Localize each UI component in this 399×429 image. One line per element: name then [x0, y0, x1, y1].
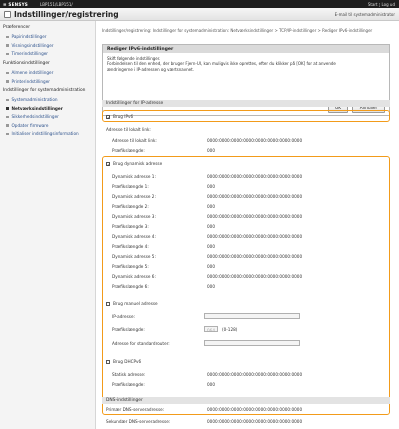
dhcpv6-checkbox[interactable] — [106, 360, 110, 364]
dynamic-address-label: Dynamisk adresse 6: — [112, 274, 156, 279]
static-address-label: Statisk adresse: — [112, 372, 146, 377]
sidebar-item-timer[interactable]: Timerindstillinger — [6, 51, 48, 56]
breadcrumb: Indstillinger/registrering: Indstillinge… — [102, 28, 373, 33]
ip-address-settings-header: Indstillinger for IP-adresse — [102, 100, 390, 107]
dynamic-prefix-value: 000 — [207, 224, 215, 229]
bullet-icon — [6, 115, 9, 119]
dynamic-address-value: 0000:0000:0000:0000:0000:0000:0000:0000 — [207, 234, 303, 239]
dynamic-prefix-label: Præfikslængde 4: — [112, 244, 149, 249]
brand-logo: ≡ SENSYS — [3, 1, 29, 7]
main-content: Indstillinger/registrering: Indstillinge… — [97, 21, 399, 429]
primary-dns-value: 0000:0000:0000:0000:0000:0000:0000:0000 — [207, 407, 303, 412]
mail-admin-link[interactable]: E-mail til systemadministrator — [335, 12, 395, 17]
secondary-dns-value: 0000:0000:0000:0000:0000:0000:0000:0000 — [207, 419, 303, 424]
dynamic-address-label: Dynamisk adresse 5: — [112, 254, 156, 259]
dynamic-address-label: Dynamisk adresse 1: — [112, 174, 156, 179]
dynamic-address-value: 0000:0000:0000:0000:0000:0000:0000:0000 — [207, 174, 303, 179]
use-ipv6-row[interactable]: ✓ Brug IPv6 — [106, 114, 133, 119]
dynamic-address-value: 0000:0000:0000:0000:0000:0000:0000:0000 — [207, 254, 303, 259]
manual-address-checkbox[interactable] — [106, 302, 110, 306]
sidebar-section-functions: Funktionsindstillinger — [3, 61, 50, 66]
dynamic-prefix-label: Præfikslængde 5: — [112, 264, 149, 269]
dynamic-prefix-value: 000 — [207, 184, 215, 189]
dynamic-address-value: 0000:0000:0000:0000:0000:0000:0000:0000 — [207, 194, 303, 199]
link-local-label: Adresse til lokalt link: — [112, 138, 157, 143]
dialog-title: Rediger IPv6-indstillinger — [103, 45, 389, 53]
dns-settings-header: DNS-indstillinger — [102, 397, 390, 404]
sidebar-item-firmware[interactable]: Opdater firmware — [6, 123, 49, 128]
use-ipv6-checkbox[interactable]: ✓ — [106, 114, 110, 119]
dynamic-address-label: Dynamisk adresse 4: — [112, 234, 156, 239]
sidebar-item-system-admin[interactable]: Systemadministration — [6, 97, 58, 102]
sidebar-item-initialize[interactable]: Initialiser indstillingsinformation — [6, 131, 79, 136]
default-router-label: Adresse for standardrouter: — [112, 341, 170, 346]
sidebar-item-general[interactable]: Almene indstillinger — [6, 70, 53, 75]
sidebar-section-preferences: Præferencer — [3, 25, 31, 30]
dynamic-address-label: Dynamisk adresse 2: — [112, 194, 156, 199]
sidebar-item-security[interactable]: Sikkerhedsindstillinger — [6, 114, 59, 119]
static-address-value: 0000:0000:0000:0000:0000:0000:0000:0000 — [207, 372, 303, 377]
device-model: LBP151/LBP151/ — [40, 1, 73, 7]
dhcp-prefix-value: 000 — [207, 382, 215, 387]
link-local-value: 0000:0000:0000:0000:0000:0000:0000:0000 — [207, 138, 303, 143]
bullet-icon — [6, 44, 9, 47]
sidebar-section-admin: Indstillinger for systemadministration — [3, 88, 86, 93]
dynamic-address-row[interactable]: ✓ Brug dynamisk adresse — [106, 161, 162, 167]
dhcpv6-row[interactable]: Brug DHCPv6 — [106, 359, 141, 364]
link-local-header: Adresse til lokalt link: — [106, 127, 151, 132]
bullet-icon — [6, 124, 9, 127]
bullet-icon — [6, 80, 9, 83]
bullet-icon — [6, 132, 9, 136]
page-title: Indstillinger/registrering — [14, 10, 119, 19]
dynamic-address-checkbox[interactable]: ✓ — [106, 162, 110, 167]
dynamic-address-value: 0000:0000:0000:0000:0000:0000:0000:0000 — [207, 214, 303, 219]
manual-prefix-range: (0-128) — [222, 327, 238, 332]
dynamic-address-value: 0000:0000:0000:0000:0000:0000:0000:0000 — [207, 274, 303, 279]
manual-ip-label: IP-adresse: — [112, 314, 135, 319]
dialog-message: Skift følgende indstillinger. Forbindels… — [107, 56, 336, 72]
link-local-prefix-label: Præfikslængde: — [112, 148, 145, 153]
primary-dns-label: Primær DNS-serveradresse: — [106, 407, 165, 412]
dynamic-address-label: Dynamisk adresse 3: — [112, 214, 156, 219]
manual-prefix-label: Præfikslængde: — [112, 327, 145, 332]
dynamic-prefix-value: 000 — [207, 204, 215, 209]
use-ipv6-highlight — [102, 110, 390, 122]
bullet-icon — [6, 71, 9, 75]
top-bar: ≡ SENSYS LBP151/LBP151/ Start ¦ Log ud — [0, 0, 399, 8]
settings-icon — [4, 11, 11, 18]
manual-ip-input[interactable] — [204, 313, 300, 319]
dynamic-prefix-value: 000 — [207, 284, 215, 289]
sidebar-item-paper[interactable]: Papirindstillinger — [6, 34, 47, 39]
link-local-prefix-value: 000 — [207, 148, 215, 153]
dynamic-prefix-value: 000 — [207, 244, 215, 249]
manual-address-row[interactable]: Brug manuel adresse — [106, 301, 158, 306]
dynamic-prefix-label: Præfikslængde 2: — [112, 204, 149, 209]
title-bar: Indstillinger/registrering E-mail til sy… — [0, 8, 399, 21]
sidebar-item-display[interactable]: Visningsindstillinger — [6, 43, 54, 48]
bullet-icon — [6, 35, 9, 39]
sidebar-item-printer[interactable]: Printerindstillinger — [6, 79, 50, 84]
bullet-icon — [6, 52, 9, 56]
bullet-icon — [6, 107, 9, 110]
secondary-dns-label: Sekundær DNS-serveradresse: — [106, 419, 171, 424]
dynamic-prefix-label: Præfikslængde 6: — [112, 284, 149, 289]
dynamic-prefix-label: Præfikslængde 3: — [112, 224, 149, 229]
portal-logout-links[interactable]: Start ¦ Log ud — [368, 2, 395, 7]
sidebar: Præferencer Papirindstillinger Visningsi… — [0, 21, 96, 429]
manual-prefix-input[interactable]: 064 — [204, 326, 218, 333]
default-router-input[interactable] — [204, 340, 300, 346]
dynamic-prefix-value: 000 — [207, 264, 215, 269]
bullet-icon — [6, 98, 9, 102]
dynamic-prefix-label: Præfikslængde 1: — [112, 184, 149, 189]
sidebar-item-network[interactable]: Netværksindstillinger — [6, 106, 63, 111]
dhcp-prefix-label: Præfikslængde: — [112, 382, 145, 387]
